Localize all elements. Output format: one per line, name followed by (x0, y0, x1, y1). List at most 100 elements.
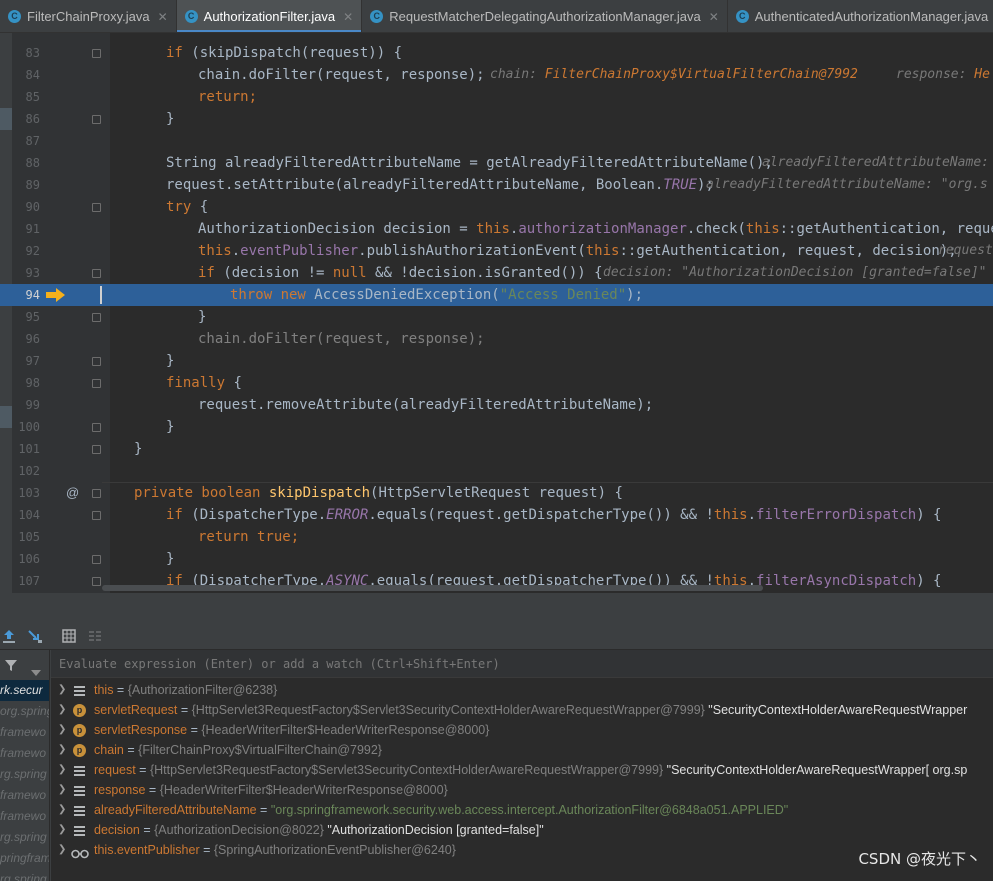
line-number: 100 (18, 420, 40, 434)
variables-view: ❯ this = {AuthorizationFilter@6238} ❯ p … (51, 650, 993, 881)
code-text: private boolean skipDispatch(HttpServlet… (134, 485, 623, 501)
field-icon (73, 764, 86, 777)
fold-icon[interactable] (92, 445, 101, 454)
line-number: 102 (18, 464, 40, 478)
execution-point-arrow-icon (46, 288, 65, 302)
fold-icon[interactable] (92, 115, 101, 124)
chevron-right-icon[interactable]: ❯ (58, 740, 68, 760)
line-number: 104 (18, 508, 40, 522)
evaluate-expression-input[interactable] (59, 655, 979, 673)
fold-icon[interactable] (92, 379, 101, 388)
code-text: this.eventPublisher.publishAuthorization… (198, 243, 957, 259)
variable-row[interactable]: ❯ p chain = {FilterChainProxy$VirtualFil… (51, 740, 993, 760)
step-out-icon[interactable] (0, 627, 18, 645)
frame-item[interactable]: rg.spring (0, 869, 49, 881)
line-number: 97 (25, 354, 40, 368)
frame-item[interactable]: framewo (0, 785, 49, 806)
fold-icon[interactable] (92, 555, 101, 564)
line-number: 90 (25, 200, 40, 214)
variable-row[interactable]: ❯ decision = {AuthorizationDecision@8022… (51, 820, 993, 840)
code-text: } (166, 551, 175, 567)
fold-icon[interactable] (92, 511, 101, 520)
code-line: 88 String alreadyFilteredAttributeName =… (0, 152, 993, 174)
code-line: 105 return true; (0, 526, 993, 548)
code-text: } (166, 419, 175, 435)
field-icon (73, 784, 86, 797)
chevron-right-icon[interactable]: ❯ (58, 840, 68, 860)
code-line: 84 chain.doFilter(request, response); ch… (0, 64, 993, 86)
frames-filter-icon[interactable] (4, 657, 18, 676)
variable-row[interactable]: ❯ this = {AuthorizationFilter@6238} (51, 680, 993, 700)
frame-item[interactable]: rk.secur (0, 680, 49, 701)
tab-label: AuthenticatedAuthorizationManager.java (754, 9, 989, 24)
code-text: if (skipDispatch(request)) { (166, 45, 403, 61)
field-icon (73, 824, 86, 837)
inline-debug-value: alreadyFilteredAttributeName: "org.s (706, 177, 988, 192)
frame-item[interactable]: framewo (0, 722, 49, 743)
variable-row[interactable]: ❯ p servletResponse = {HeaderWriterFilte… (51, 720, 993, 740)
run-to-cursor-icon[interactable] (26, 627, 44, 645)
code-line: 91 AuthorizationDecision decision = this… (0, 218, 993, 240)
chevron-right-icon[interactable]: ❯ (58, 800, 68, 820)
chevron-right-icon[interactable]: ❯ (58, 680, 68, 700)
code-text: if (DispatcherType.ERROR.equals(request.… (166, 507, 942, 523)
variable-row[interactable]: ❯ alreadyFilteredAttributeName = "org.sp… (51, 800, 993, 820)
frame-item[interactable]: framewo (0, 743, 49, 764)
code-text: request.setAttribute(alreadyFilteredAttr… (166, 177, 714, 193)
code-text: chain.doFilter(request, response); (198, 67, 485, 83)
code-line: 92 this.eventPublisher.publishAuthorizat… (0, 240, 993, 262)
line-number: 83 (25, 46, 40, 60)
java-class-icon: C (8, 10, 21, 23)
inline-debug-value: chain: FilterChainProxy$VirtualFilterCha… (490, 67, 858, 82)
line-number: 94 (25, 288, 40, 302)
line-number: 89 (25, 178, 40, 192)
code-text: } (166, 353, 175, 369)
chevron-right-icon[interactable]: ❯ (58, 720, 68, 740)
frame-item[interactable]: pringfram (0, 848, 49, 869)
fold-icon[interactable] (92, 203, 101, 212)
variable-row[interactable]: ❯ p servletRequest = {HttpServlet3Reques… (51, 700, 993, 720)
code-editor[interactable]: 83 if (skipDispatch(request)) { 84 chain… (0, 33, 993, 593)
code-text: } (134, 441, 143, 457)
variable-row[interactable]: ❯ request = {HttpServlet3RequestFactory$… (51, 760, 993, 780)
variable-row[interactable]: ❯ this.eventPublisher = {SpringAuthoriza… (51, 840, 993, 860)
text-caret (100, 286, 102, 304)
tab-authorizationfilter[interactable]: C AuthorizationFilter.java ✕ (176, 0, 363, 32)
frame-item[interactable]: org.spring (0, 701, 49, 722)
columns-icon[interactable] (86, 627, 104, 645)
variable-row[interactable]: ❯ response = {HeaderWriterFilter$HeaderW… (51, 780, 993, 800)
line-number: 101 (18, 442, 40, 456)
code-line: 98 finally { (0, 372, 993, 394)
frames-list[interactable]: rk.secur org.spring framewo framewo rg.s… (0, 650, 50, 881)
java-class-icon: C (184, 10, 198, 23)
chevron-right-icon[interactable]: ❯ (58, 820, 68, 840)
frame-item[interactable]: rg.spring (0, 764, 49, 785)
fold-icon[interactable] (92, 313, 101, 322)
fold-icon[interactable] (92, 423, 101, 432)
fold-icon[interactable] (92, 269, 101, 278)
fold-icon[interactable] (92, 49, 101, 58)
chevron-right-icon[interactable]: ❯ (58, 760, 68, 780)
code-line: 86 } (0, 108, 993, 130)
override-marker-icon[interactable]: @ (66, 482, 79, 504)
close-icon[interactable]: ✕ (158, 10, 168, 24)
chevron-right-icon[interactable]: ❯ (58, 700, 68, 720)
close-icon[interactable]: ✕ (343, 10, 353, 24)
fold-icon[interactable] (92, 357, 101, 366)
tab-authenticatedauthorizationmanager[interactable]: C AuthenticatedAuthorizationManager.java (728, 0, 993, 32)
chevron-right-icon[interactable]: ❯ (58, 780, 68, 800)
debug-toolbar (0, 621, 993, 650)
code-line: 93 if (decision != null && !decision.isG… (0, 262, 993, 284)
fold-icon[interactable] (92, 489, 101, 498)
tab-filterchainproxy[interactable]: C FilterChainProxy.java ✕ (0, 0, 177, 32)
chevron-down-icon[interactable] (31, 661, 41, 680)
code-text: return; (198, 89, 258, 105)
table-view-icon[interactable] (60, 627, 78, 645)
tab-requestmatcherdelegating[interactable]: C RequestMatcherDelegatingAuthorizationM… (362, 0, 728, 32)
fold-icon[interactable] (92, 577, 101, 586)
horizontal-scrollbar[interactable] (102, 585, 763, 591)
frame-item[interactable]: rg.spring (0, 827, 49, 848)
java-class-icon: C (370, 10, 384, 23)
frame-item[interactable]: framewo (0, 806, 49, 827)
close-icon[interactable]: ✕ (709, 10, 719, 24)
